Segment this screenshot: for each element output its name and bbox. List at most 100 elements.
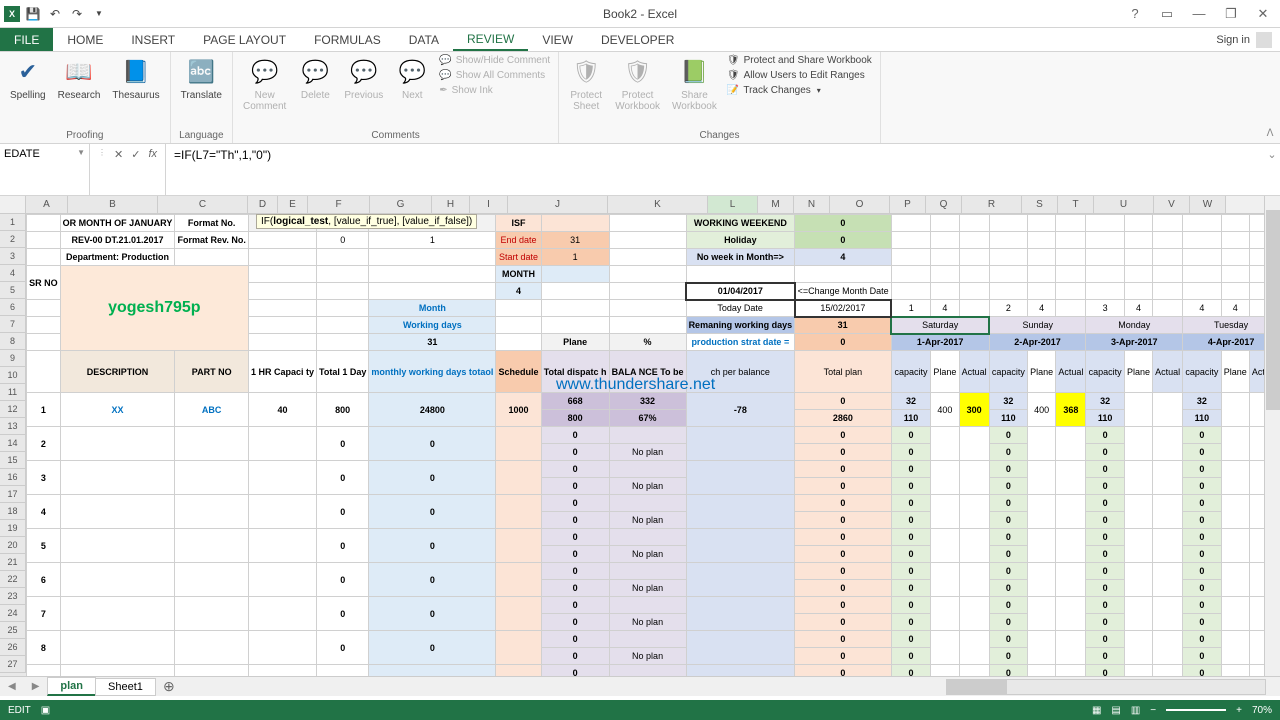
show-hide-comment[interactable]: 💬Show/Hide Comment <box>437 54 552 67</box>
new-comment-button[interactable]: 💬New Comment <box>239 54 290 114</box>
col-header-P[interactable]: P <box>890 196 926 213</box>
row-header-9[interactable]: 9 <box>0 350 26 367</box>
thesaurus-button[interactable]: 📘Thesaurus <box>108 54 163 103</box>
tab-file[interactable]: FILE <box>0 28 53 51</box>
row-header-12[interactable]: 12 <box>0 401 26 418</box>
share-workbook-button[interactable]: 📗Share Workbook <box>668 54 721 114</box>
delete-comment-button[interactable]: 💬Delete <box>294 54 336 103</box>
redo-icon[interactable]: ↷ <box>68 5 86 23</box>
protect-workbook-button[interactable]: 🛡Protect Workbook <box>611 54 664 114</box>
expand-formula-bar-icon[interactable]: ⌄ <box>1264 144 1280 195</box>
col-header-E[interactable]: E <box>278 196 308 213</box>
sheet-tab-plan[interactable]: plan <box>47 677 96 696</box>
ribbon-display-icon[interactable]: ▭ <box>1154 4 1180 24</box>
tab-data[interactable]: DATA <box>395 28 453 51</box>
help-icon[interactable]: ? <box>1122 4 1148 24</box>
spreadsheet-grid[interactable]: ABCDEFGHIJKLMNOPQRSTUVW 1234567891011121… <box>0 196 1280 676</box>
row-header-7[interactable]: 7 <box>0 316 26 333</box>
col-header-D[interactable]: D <box>248 196 278 213</box>
row-header-19[interactable]: 19 <box>0 520 26 537</box>
row-header-17[interactable]: 17 <box>0 486 26 503</box>
new-sheet-button[interactable]: ⊕ <box>159 678 179 696</box>
zoom-out-icon[interactable]: − <box>1150 705 1156 716</box>
col-header-O[interactable]: O <box>830 196 890 213</box>
close-button[interactable]: ✕ <box>1250 4 1276 24</box>
row-header-16[interactable]: 16 <box>0 469 26 486</box>
zoom-level[interactable]: 70% <box>1252 705 1272 716</box>
row-header-20[interactable]: 20 <box>0 537 26 554</box>
row-header-3[interactable]: 3 <box>0 248 26 265</box>
allow-edit-ranges[interactable]: 🛡Allow Users to Edit Ranges <box>725 69 874 82</box>
row-header-26[interactable]: 26 <box>0 639 26 656</box>
qat-customize-icon[interactable]: ▼ <box>90 5 108 23</box>
row-header-2[interactable]: 2 <box>0 231 26 248</box>
sheet-nav-prev[interactable]: ◀ <box>0 681 24 692</box>
row-header-23[interactable]: 23 <box>0 588 26 605</box>
col-header-B[interactable]: B <box>68 196 158 213</box>
col-header-G[interactable]: G <box>370 196 432 213</box>
col-header-W[interactable]: W <box>1190 196 1226 213</box>
tab-view[interactable]: VIEW <box>528 28 587 51</box>
row-header-13[interactable]: 13 <box>0 418 26 435</box>
tab-home[interactable]: HOME <box>53 28 117 51</box>
undo-icon[interactable]: ↶ <box>46 5 64 23</box>
col-header-J[interactable]: J <box>508 196 608 213</box>
sheet-nav-next[interactable]: ▶ <box>24 681 48 692</box>
spelling-button[interactable]: ✔Spelling <box>6 54 50 103</box>
name-box[interactable]: ▼ <box>0 144 90 195</box>
row-header-6[interactable]: 6 <box>0 299 26 316</box>
vertical-scrollbar[interactable] <box>1264 196 1280 676</box>
sheet-table[interactable]: OR MONTH OF JANUARYFormat No.ISFWORKING … <box>26 214 1280 676</box>
col-header-S[interactable]: S <box>1022 196 1058 213</box>
next-comment-button[interactable]: 💬Next <box>391 54 433 103</box>
col-header-H[interactable]: H <box>432 196 470 213</box>
view-page-layout-icon[interactable]: ▤ <box>1111 705 1120 716</box>
collapse-ribbon-icon[interactable]: ᐱ <box>1260 52 1280 143</box>
view-page-break-icon[interactable]: ▥ <box>1131 705 1140 716</box>
zoom-slider[interactable] <box>1166 709 1226 711</box>
save-icon[interactable]: 💾 <box>24 5 42 23</box>
scroll-thumb[interactable] <box>1266 210 1280 410</box>
track-changes[interactable]: 📝Track Changes▾ <box>725 84 874 97</box>
row-header-15[interactable]: 15 <box>0 452 26 469</box>
tab-formulas[interactable]: FORMULAS <box>300 28 395 51</box>
row-header-14[interactable]: 14 <box>0 435 26 452</box>
row-header-5[interactable]: 5 <box>0 282 26 299</box>
cancel-formula-icon[interactable]: ✕ <box>114 148 123 161</box>
cells-area[interactable]: www.thundershare.net OR MONTH OF JANUARY… <box>26 214 1280 676</box>
select-all-corner[interactable] <box>0 196 26 213</box>
view-normal-icon[interactable]: ▦ <box>1092 705 1101 716</box>
col-header-I[interactable]: I <box>470 196 508 213</box>
minimize-button[interactable]: — <box>1186 4 1212 24</box>
show-all-comments[interactable]: 💬Show All Comments <box>437 69 552 82</box>
translate-button[interactable]: 🔤Translate <box>177 54 226 103</box>
col-header-T[interactable]: T <box>1058 196 1094 213</box>
row-header-22[interactable]: 22 <box>0 571 26 588</box>
name-box-dropdown-icon[interactable]: ▼ <box>77 148 85 157</box>
tab-review[interactable]: REVIEW <box>453 28 528 51</box>
research-button[interactable]: 📖Research <box>54 54 105 103</box>
enter-formula-icon[interactable]: ✓ <box>131 148 140 161</box>
name-box-input[interactable] <box>4 148 77 160</box>
tab-page-layout[interactable]: PAGE LAYOUT <box>189 28 300 51</box>
col-header-R[interactable]: R <box>962 196 1022 213</box>
col-header-L[interactable]: L <box>708 196 758 213</box>
macro-record-icon[interactable]: ▣ <box>41 705 50 716</box>
sheet-tab-sheet1[interactable]: Sheet1 <box>95 678 156 696</box>
col-header-Q[interactable]: Q <box>926 196 962 213</box>
row-header-24[interactable]: 24 <box>0 605 26 622</box>
row-header-10[interactable]: 10 <box>0 367 26 384</box>
row-header-27[interactable]: 27 <box>0 656 26 673</box>
h-scroll-thumb[interactable] <box>947 680 1007 694</box>
row-header-1[interactable]: 1 <box>0 214 26 231</box>
zoom-in-icon[interactable]: + <box>1236 705 1242 716</box>
protect-share-workbook[interactable]: 🛡Protect and Share Workbook <box>725 54 874 67</box>
col-header-C[interactable]: C <box>158 196 248 213</box>
row-header-21[interactable]: 21 <box>0 554 26 571</box>
protect-sheet-button[interactable]: 🛡Protect Sheet <box>565 54 607 114</box>
col-header-M[interactable]: M <box>758 196 794 213</box>
col-header-U[interactable]: U <box>1094 196 1154 213</box>
col-header-F[interactable]: F <box>308 196 370 213</box>
col-header-A[interactable]: A <box>26 196 68 213</box>
tab-insert[interactable]: INSERT <box>117 28 189 51</box>
